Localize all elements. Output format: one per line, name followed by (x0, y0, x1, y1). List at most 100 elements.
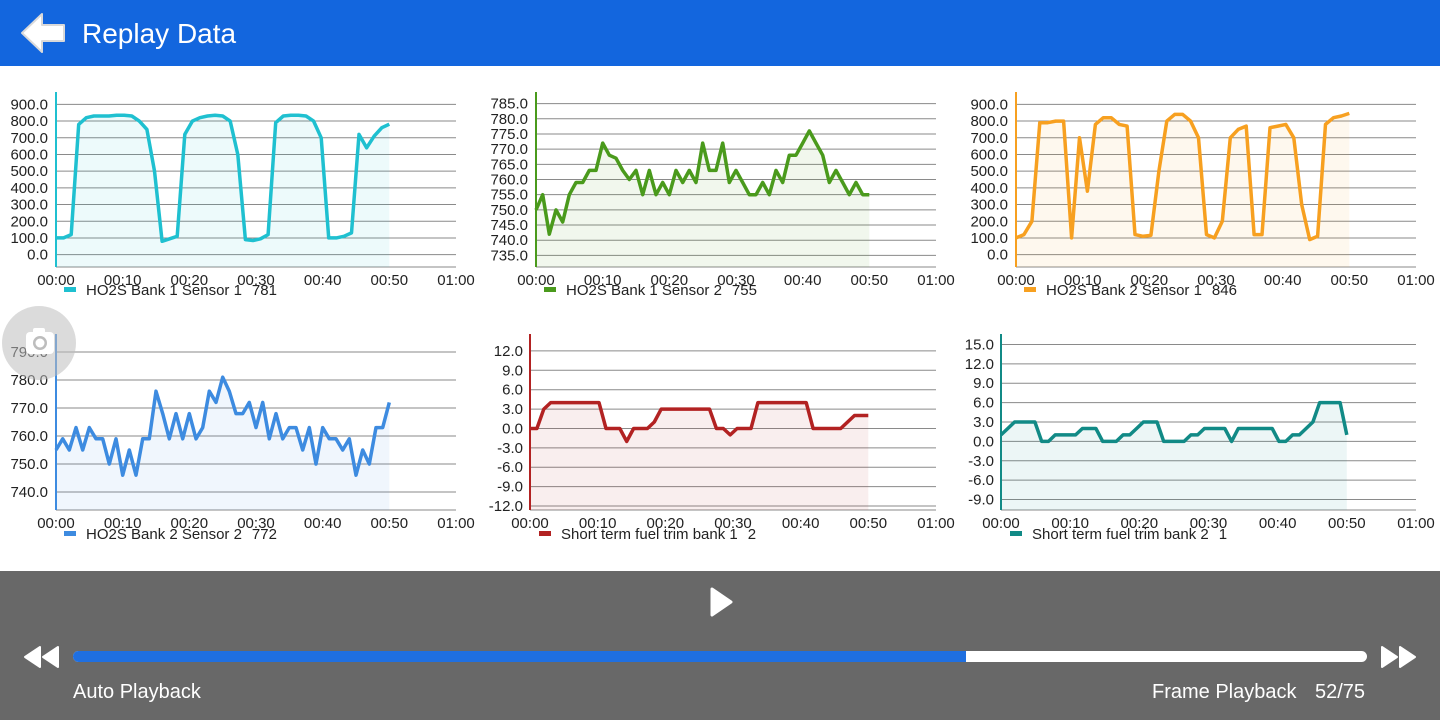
x-tick-label: 00:00 (37, 272, 75, 289)
y-tick-label: -3.0 (968, 453, 994, 470)
page-title: Replay Data (82, 18, 237, 49)
x-tick-label: 00:00 (37, 515, 75, 532)
x-tick-label: 01:00 (917, 272, 955, 289)
y-tick-label: 400.0 (970, 180, 1008, 197)
x-tick-label: 00:50 (851, 272, 889, 289)
y-tick-label: -12.0 (489, 498, 523, 515)
legend-value: 755 (732, 282, 757, 299)
y-tick-label: 12.0 (965, 356, 994, 373)
y-tick-label: 3.0 (502, 401, 523, 418)
y-tick-label: -9.0 (497, 479, 523, 496)
y-tick-label: 600.0 (10, 146, 48, 163)
legend-swatch (539, 531, 551, 536)
chart-panel-2: 785.0780.0775.0770.0765.0760.0755.0750.0… (490, 92, 955, 299)
y-tick-label: -6.0 (497, 459, 523, 476)
y-tick-label: -9.0 (968, 492, 994, 509)
frame-playback-button[interactable]: Frame Playback (1152, 681, 1297, 704)
x-tick-label: 00:50 (371, 515, 409, 532)
chart-panel-1: 900.0800.0700.0600.0500.0400.0300.0200.0… (10, 92, 475, 299)
x-tick-label: 00:00 (511, 515, 549, 532)
chart-panel-5: 12.0 9.0 6.0 3.0 0.0 -3.0 -6.0 -9.0 -12.000:00 00… (489, 334, 955, 543)
y-tick-label: 600.0 (970, 146, 1008, 163)
y-tick-label: 735.0 (490, 247, 528, 264)
chart-panel-4: 790.0780.0770.0760.0750.0740.000:0000:10… (10, 334, 475, 543)
y-tick-label: 800.0 (10, 113, 48, 130)
y-tick-label: 700.0 (970, 130, 1008, 147)
app-header: Replay Data (0, 0, 1440, 66)
legend-label: HO2S Bank 2 Sensor 2 (86, 526, 242, 543)
x-tick-label: 00:40 (304, 515, 342, 532)
legend-label: HO2S Bank 1 Sensor 1 (86, 282, 242, 299)
y-tick-label: 100.0 (970, 230, 1008, 247)
playback-progress-bar[interactable] (73, 651, 1367, 662)
y-tick-label: 740.0 (10, 484, 48, 501)
camera-icon (26, 328, 54, 354)
chart-panel-6: 15.0 12.0 9.0 6.0 3.0 0.0 -3.0 -6.0 -9.0 00:00 00:… (965, 334, 1435, 543)
y-tick-label: 500.0 (970, 163, 1008, 180)
x-tick-label: 00:40 (1264, 272, 1302, 289)
play-button[interactable] (704, 585, 738, 619)
x-tick-label: 00:40 (304, 272, 342, 289)
playback-controls: Auto Playback Frame Playback 52/75 (0, 571, 1440, 720)
rewind-button[interactable] (22, 645, 60, 669)
legend-swatch (1024, 287, 1036, 292)
legend-label: HO2S Bank 2 Sensor 1 (1046, 282, 1202, 299)
y-tick-label: 9.0 (973, 375, 994, 392)
y-tick-label: 6.0 (973, 395, 994, 412)
y-tick-label: 0.0 (987, 247, 1008, 264)
legend-swatch (64, 287, 76, 292)
play-icon (710, 587, 733, 617)
fast-forward-icon (1381, 646, 1416, 668)
legend-value: 781 (252, 282, 277, 299)
x-tick-label: 00:00 (517, 272, 555, 289)
x-tick-label: 01:00 (1397, 515, 1435, 532)
y-tick-label: 3.0 (973, 414, 994, 431)
y-tick-label: -6.0 (968, 472, 994, 489)
y-tick-label: 900.0 (10, 96, 48, 113)
y-tick-label: 300.0 (970, 197, 1008, 214)
legend-swatch (1010, 531, 1022, 536)
y-tick-label: 0.0 (502, 420, 523, 437)
y-tick-label: 900.0 (970, 96, 1008, 113)
y-tick-label: 6.0 (502, 382, 523, 399)
screenshot-button[interactable] (2, 306, 76, 380)
legend-value: 846 (1212, 282, 1237, 299)
y-tick-label: 500.0 (10, 163, 48, 180)
legend-value: 1 (1219, 526, 1227, 543)
y-tick-label: 12.0 (494, 343, 523, 360)
y-tick-label: 0.0 (27, 247, 48, 264)
y-tick-label: 760.0 (10, 428, 48, 445)
chart-panel-3: 900.0800.0700.0600.0500.0400.0300.0200.0… (970, 92, 1435, 299)
y-tick-label: 200.0 (10, 213, 48, 230)
legend-label: HO2S Bank 1 Sensor 2 (566, 282, 722, 299)
y-tick-label: 9.0 (502, 362, 523, 379)
y-tick-label: 300.0 (10, 197, 48, 214)
y-tick-label: -3.0 (497, 440, 523, 457)
y-tick-label: 700.0 (10, 130, 48, 147)
x-tick-label: 00:40 (782, 515, 820, 532)
charts-svg: 900.0800.0700.0600.0500.0400.0300.0200.0… (10, 92, 1435, 543)
progress-fill (73, 651, 966, 662)
x-tick-label: 00:40 (784, 272, 822, 289)
back-button[interactable] (20, 12, 66, 54)
x-tick-label: 01:00 (437, 272, 475, 289)
legend-swatch (544, 287, 556, 292)
x-tick-label: 00:50 (850, 515, 888, 532)
x-tick-label: 01:00 (1397, 272, 1435, 289)
series-area (530, 402, 869, 510)
legend-value: 2 (748, 526, 756, 543)
x-tick-label: 01:00 (437, 515, 475, 532)
legend-value: 772 (252, 526, 277, 543)
x-tick-label: 00:00 (997, 272, 1035, 289)
y-tick-label: 15.0 (965, 336, 994, 353)
legend-swatch (64, 531, 76, 536)
y-tick-label: 0.0 (973, 433, 994, 450)
legend-label: Short term fuel trim bank 2 (1032, 526, 1209, 543)
y-tick-label: 800.0 (970, 113, 1008, 130)
x-tick-label: 01:00 (917, 515, 955, 532)
y-tick-label: 770.0 (10, 400, 48, 417)
fast-forward-button[interactable] (1380, 645, 1418, 669)
x-tick-label: 00:50 (1331, 272, 1369, 289)
x-tick-label: 00:00 (982, 515, 1020, 532)
auto-playback-button[interactable]: Auto Playback (73, 681, 201, 704)
